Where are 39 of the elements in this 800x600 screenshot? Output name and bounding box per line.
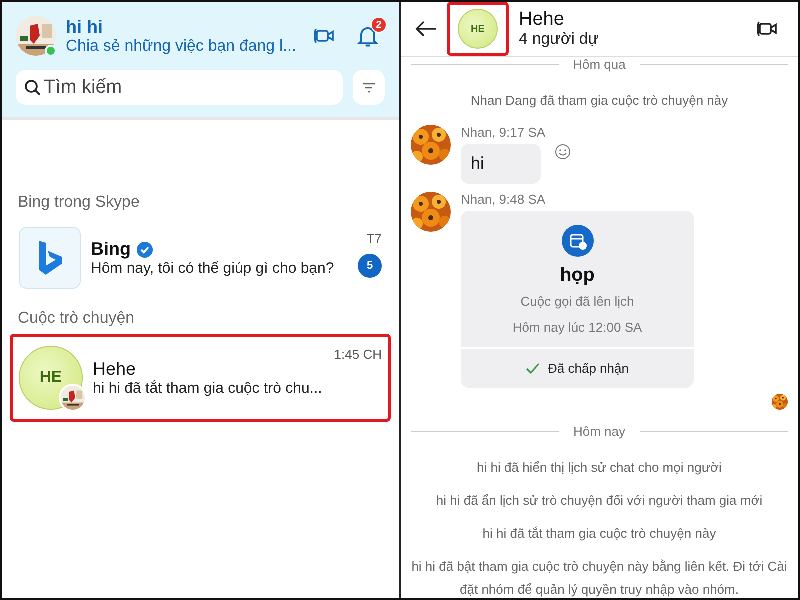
- section-title: Bing trong Skype: [17, 193, 141, 213]
- conversation-name: Bing: [91, 239, 131, 260]
- meeting-subtitle: Cuộc gọi đã lên lịch: [520, 293, 634, 311]
- participants-count: 4 người dự: [519, 31, 600, 49]
- system-message: Nhan Dang đã tham gia cuộc trò chuyện này: [470, 92, 730, 110]
- calendar-icon: [562, 225, 594, 257]
- message-time: T7: [366, 231, 382, 246]
- search-field[interactable]: Tìm kiếm: [16, 70, 343, 105]
- unread-count: 5: [358, 254, 382, 278]
- date-divider: Hôm qua: [573, 57, 626, 72]
- back-arrow-icon[interactable]: [415, 20, 437, 38]
- profile-status[interactable]: Chia sẻ những việc bạn đang l...: [66, 38, 299, 56]
- accepted-status: Đã chấp nhận: [526, 349, 629, 388]
- section-title: Cuộc trò chuyện: [17, 309, 136, 329]
- search-icon: [24, 79, 42, 97]
- bing-logo-icon: [36, 239, 64, 277]
- message-time: 1:45 CH: [334, 347, 382, 362]
- meeting-time: Hôm nay lúc 12:00 SA: [512, 319, 642, 337]
- system-message: hi hi đã bật tham gia cuộc trò chuyện này bằng liên kết. Đi tới Cài đặt nhóm để quản lý quyền truy nhập vào nhóm.: [411, 558, 788, 598]
- filter-icon: [362, 82, 376, 94]
- message-preview: hi hi đã tắt tham gia cuộc trò chu...: [93, 380, 324, 397]
- conversation-item[interactable]: Bing Hôm nay, tôi có thể giúp gì cho bạn? T7 5: [10, 218, 391, 298]
- message-preview: Hôm nay, tôi có thể giúp gì cho bạn?: [91, 260, 336, 277]
- group-avatar[interactable]: HE: [458, 9, 498, 49]
- check-icon: [526, 362, 540, 374]
- system-message: hi hi đã ẩn lịch sử trò chuyện đối với người tham gia mới: [435, 492, 764, 510]
- message-meta: Nhan, 9:17 SA: [461, 125, 547, 140]
- system-message: hi hi đã tắt tham gia cuộc trò chuyện này: [482, 525, 718, 543]
- message-bubble: hi: [461, 144, 541, 184]
- profile-name: hi hi: [66, 16, 104, 38]
- meeting-title: họp: [560, 265, 595, 287]
- system-message: hi hi đã hiển thị lịch sử chat cho mọi người: [476, 459, 723, 477]
- conversation-item[interactable]: HE Hehe hi hi đã tắt tham gia cuộc trò chu... 1:45 CH: [10, 334, 391, 422]
- conversation-name: Hehe: [93, 359, 136, 380]
- message-meta: Nhan, 9:48 SA: [461, 192, 547, 207]
- date-divider: Hôm nay: [573, 424, 626, 439]
- notification-badge: 2: [371, 17, 387, 33]
- chat-title: Hehe: [519, 9, 566, 31]
- smiley-icon[interactable]: [555, 144, 571, 160]
